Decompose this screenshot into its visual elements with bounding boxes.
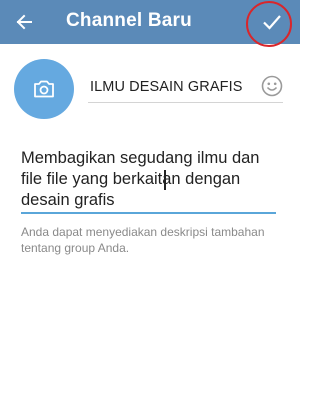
name-input-underline — [88, 102, 283, 103]
arrow-left-icon — [16, 14, 32, 30]
emoji-button[interactable] — [260, 74, 284, 98]
page-title: Channel Baru — [66, 10, 192, 31]
description-underline — [21, 212, 276, 214]
channel-description-input[interactable]: Membagikan segudang ilmu dan file file y… — [21, 148, 283, 211]
back-button[interactable] — [8, 6, 40, 38]
smiley-icon — [261, 75, 283, 97]
text-cursor — [164, 170, 166, 190]
channel-photo-button[interactable] — [14, 59, 74, 119]
channel-name-input[interactable] — [90, 76, 250, 98]
camera-icon — [34, 80, 54, 98]
app-bar: Channel Baru — [0, 0, 300, 44]
check-icon — [263, 15, 281, 30]
description-helper-text: Anda dapat menyediakan deskripsi tambaha… — [21, 225, 265, 255]
confirm-button[interactable] — [256, 6, 288, 38]
